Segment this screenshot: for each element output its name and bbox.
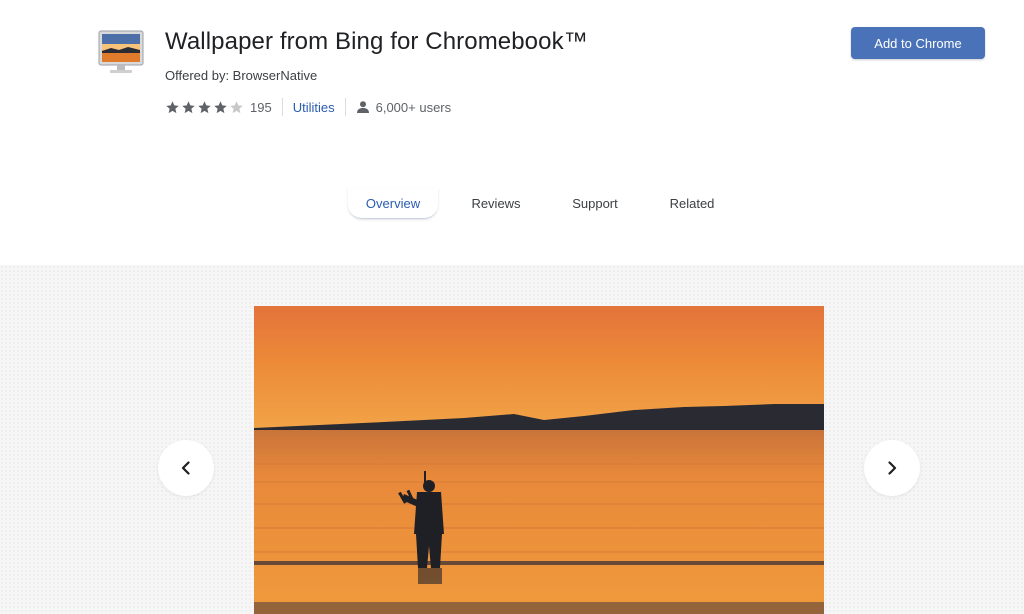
chevron-right-icon bbox=[888, 461, 897, 475]
category-link[interactable]: Utilities bbox=[293, 100, 335, 115]
divider bbox=[281, 98, 283, 116]
gallery-next-button[interactable] bbox=[864, 440, 920, 496]
tab-related[interactable]: Related bbox=[658, 188, 726, 218]
person-icon bbox=[356, 101, 369, 113]
chevron-left-icon bbox=[181, 461, 190, 475]
rating-stars[interactable] bbox=[165, 100, 244, 115]
offered-by: Offered by: BrowserNative bbox=[165, 68, 318, 83]
star-empty-icon bbox=[230, 100, 243, 113]
gallery-screenshot bbox=[254, 306, 824, 614]
extension-meta: 195 Utilities 6,000+ users bbox=[165, 97, 451, 117]
tab-support[interactable]: Support bbox=[560, 188, 630, 218]
star-filled-icon bbox=[214, 100, 227, 113]
sunset-beach-image bbox=[254, 306, 824, 614]
star-filled-icon bbox=[166, 100, 179, 113]
users-count: 6,000+ users bbox=[356, 99, 452, 115]
rating-count[interactable]: 195 bbox=[250, 100, 272, 115]
tab-reviews[interactable]: Reviews bbox=[460, 188, 532, 218]
star-filled-icon bbox=[182, 100, 195, 113]
star-filled-icon bbox=[198, 100, 211, 113]
item-header: Wallpaper from Bing for Chromebook™ Offe… bbox=[0, 0, 1024, 265]
divider bbox=[344, 98, 346, 116]
add-to-chrome-button[interactable]: Add to Chrome bbox=[851, 27, 985, 59]
users-label: 6,000+ users bbox=[375, 99, 452, 115]
extension-logo-icon bbox=[98, 30, 144, 73]
gallery-prev-button[interactable] bbox=[158, 440, 214, 496]
detail-tabs: Overview Reviews Support Related bbox=[0, 188, 1024, 220]
tab-overview[interactable]: Overview bbox=[348, 188, 438, 219]
extension-title: Wallpaper from Bing for Chromebook™ bbox=[165, 28, 588, 55]
